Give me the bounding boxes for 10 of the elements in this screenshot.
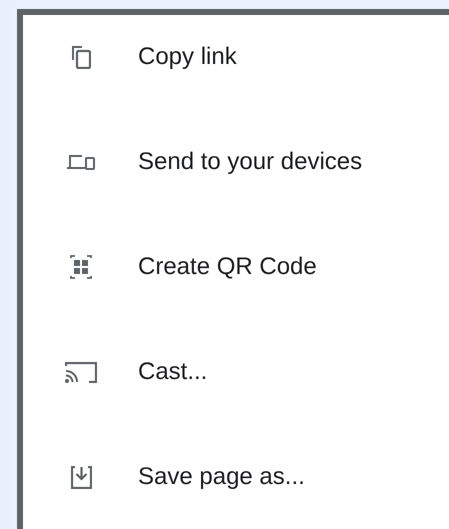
menu-item[interactable]: Cast...: [23, 330, 449, 435]
menu-item[interactable]: Send to your devices: [23, 120, 449, 225]
menu-item[interactable]: Create QR Code: [23, 225, 449, 330]
copy-icon: [72, 46, 90, 68]
cast-icon: [65, 362, 97, 382]
qr-code-icon: [70, 255, 92, 279]
download-icon: [70, 466, 92, 488]
devices-icon: [67, 154, 95, 170]
menu-item[interactable]: Save page as...: [23, 435, 449, 529]
menu-item[interactable]: Copy link: [23, 15, 449, 120]
